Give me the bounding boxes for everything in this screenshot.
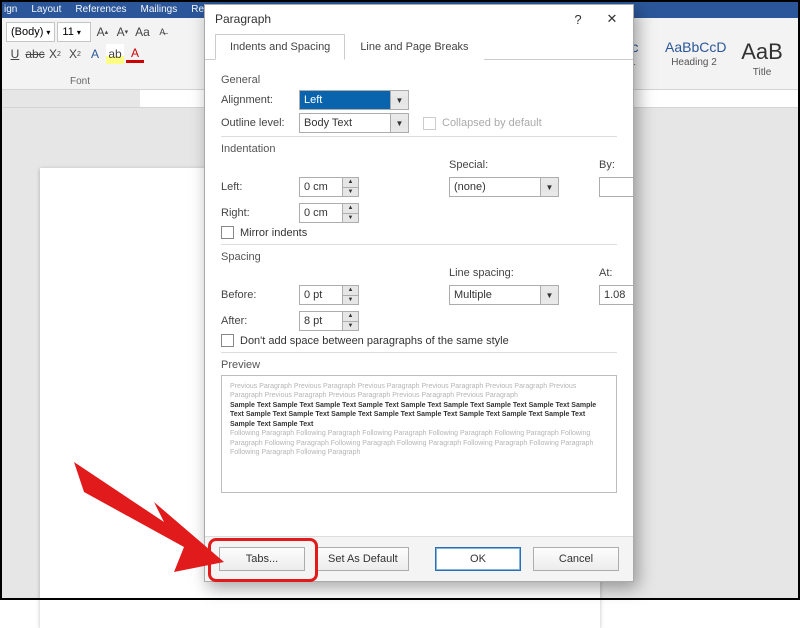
dialog-body: General Alignment: Left ▼ Outline level:… [205,60,633,536]
font-name-combo[interactable]: (Body) ▾ [6,22,55,42]
close-button[interactable]: ✕ [595,7,629,31]
down-arrow-icon[interactable]: ▼ [343,322,358,331]
up-arrow-icon[interactable]: ▲ [343,178,358,188]
ok-button[interactable]: OK [435,547,521,571]
special-combo[interactable]: (none) ▼ [449,177,559,197]
at-header: At: [599,267,633,279]
cancel-button[interactable]: Cancel [533,547,619,571]
font-size-combo[interactable]: 11 ▾ [57,22,91,42]
line-spacing-header: Line spacing: [449,267,559,279]
alignment-label: Alignment: [221,94,299,106]
indent-right-label: Right: [221,207,299,219]
dialog-titlebar: Paragraph ? ✕ [205,5,633,33]
chevron-down-icon: ▾ [46,28,50,37]
indent-by-spinner[interactable]: ▲▼ [599,177,633,197]
up-arrow-icon[interactable]: ▲ [343,204,358,214]
chevron-down-icon: ▼ [541,183,558,192]
ribbon-tab[interactable]: Mailings [141,4,178,15]
superscript-button[interactable]: X2 [66,44,84,64]
alignment-value: Left [300,91,391,109]
section-indentation: Indentation [221,143,617,155]
line-spacing-combo[interactable]: Multiple ▼ [449,285,559,305]
style-title[interactable]: AaB Title [730,36,794,81]
change-case-button[interactable]: Aa [133,22,151,42]
spacing-at-spinner[interactable]: 1.08 ▲▼ [599,285,633,305]
style-heading2[interactable]: AaBbCcD Heading 2 [662,36,726,71]
mirror-indents-checkbox[interactable]: Mirror indents [221,226,307,239]
preview-pane: Previous Paragraph Previous Paragraph Pr… [221,375,617,493]
collapsed-checkbox: Collapsed by default [423,117,542,130]
tabs-button[interactable]: Tabs... [219,547,305,571]
ribbon-tab[interactable]: Layout [31,4,61,15]
help-button[interactable]: ? [561,7,595,31]
close-icon: ✕ [607,11,618,27]
chevron-down-icon: ▼ [391,119,408,128]
paragraph-dialog: Paragraph ? ✕ Indents and Spacing Line a… [204,4,634,582]
shrink-font-button[interactable]: A▾ [113,22,131,42]
outline-level-combo[interactable]: Body Text ▼ [299,113,409,133]
dialog-title: Paragraph [215,12,561,26]
underline-button[interactable]: U [6,44,24,64]
dialog-tabstrip: Indents and Spacing Line and Page Breaks [205,33,633,60]
down-arrow-icon[interactable]: ▼ [343,296,358,305]
down-arrow-icon[interactable]: ▼ [343,214,358,223]
section-general: General [221,74,617,86]
clear-formatting-button[interactable]: A̶ [153,22,171,42]
font-size-value: 11 [62,26,73,38]
tab-indents-spacing[interactable]: Indents and Spacing [215,34,345,60]
section-spacing: Spacing [221,251,617,263]
alignment-combo[interactable]: Left ▼ [299,90,409,110]
indent-left-label: Left: [221,181,299,193]
chevron-down-icon: ▾ [77,28,81,37]
text-effects-button[interactable]: A [86,44,104,64]
grow-font-button[interactable]: A▴ [93,22,111,42]
spacing-before-spinner[interactable]: 0 pt ▲▼ [299,285,359,305]
chevron-down-icon: ▼ [391,96,408,105]
font-color-button[interactable]: A [126,46,144,63]
indent-left-spinner[interactable]: 0 cm ▲▼ [299,177,359,197]
ribbon-tab[interactable]: ign [4,4,17,15]
chevron-down-icon: ▼ [541,291,558,300]
outline-label: Outline level: [221,117,299,129]
spacing-after-label: After: [221,315,299,327]
subscript-button[interactable]: X2 [46,44,64,64]
highlight-button[interactable]: ab [106,44,124,64]
set-default-button[interactable]: Set As Default [317,547,409,571]
spacing-after-spinner[interactable]: 8 pt ▲▼ [299,311,359,331]
outline-value: Body Text [300,114,391,132]
ribbon-tab[interactable]: References [75,4,126,15]
spacing-before-label: Before: [221,289,299,301]
up-arrow-icon[interactable]: ▲ [343,286,358,296]
indent-right-spinner[interactable]: 0 cm ▲▼ [299,203,359,223]
by-header: By: [599,159,633,171]
font-name-value: (Body) [11,26,43,38]
special-header: Special: [449,159,559,171]
section-preview: Preview [221,359,617,371]
down-arrow-icon[interactable]: ▼ [343,188,358,197]
ribbon-font-group: (Body) ▾ 11 ▾ A▴ A▾ Aa A̶ U abc X2 X2 A … [6,22,201,89]
up-arrow-icon[interactable]: ▲ [343,312,358,322]
no-space-same-style-checkbox[interactable]: Don't add space between paragraphs of th… [221,334,509,347]
strikethrough-button[interactable]: abc [26,44,44,64]
tab-line-page-breaks[interactable]: Line and Page Breaks [345,34,483,60]
ribbon-group-label: Font [70,76,90,87]
dialog-button-row: Tabs... Set As Default OK Cancel [205,536,633,581]
